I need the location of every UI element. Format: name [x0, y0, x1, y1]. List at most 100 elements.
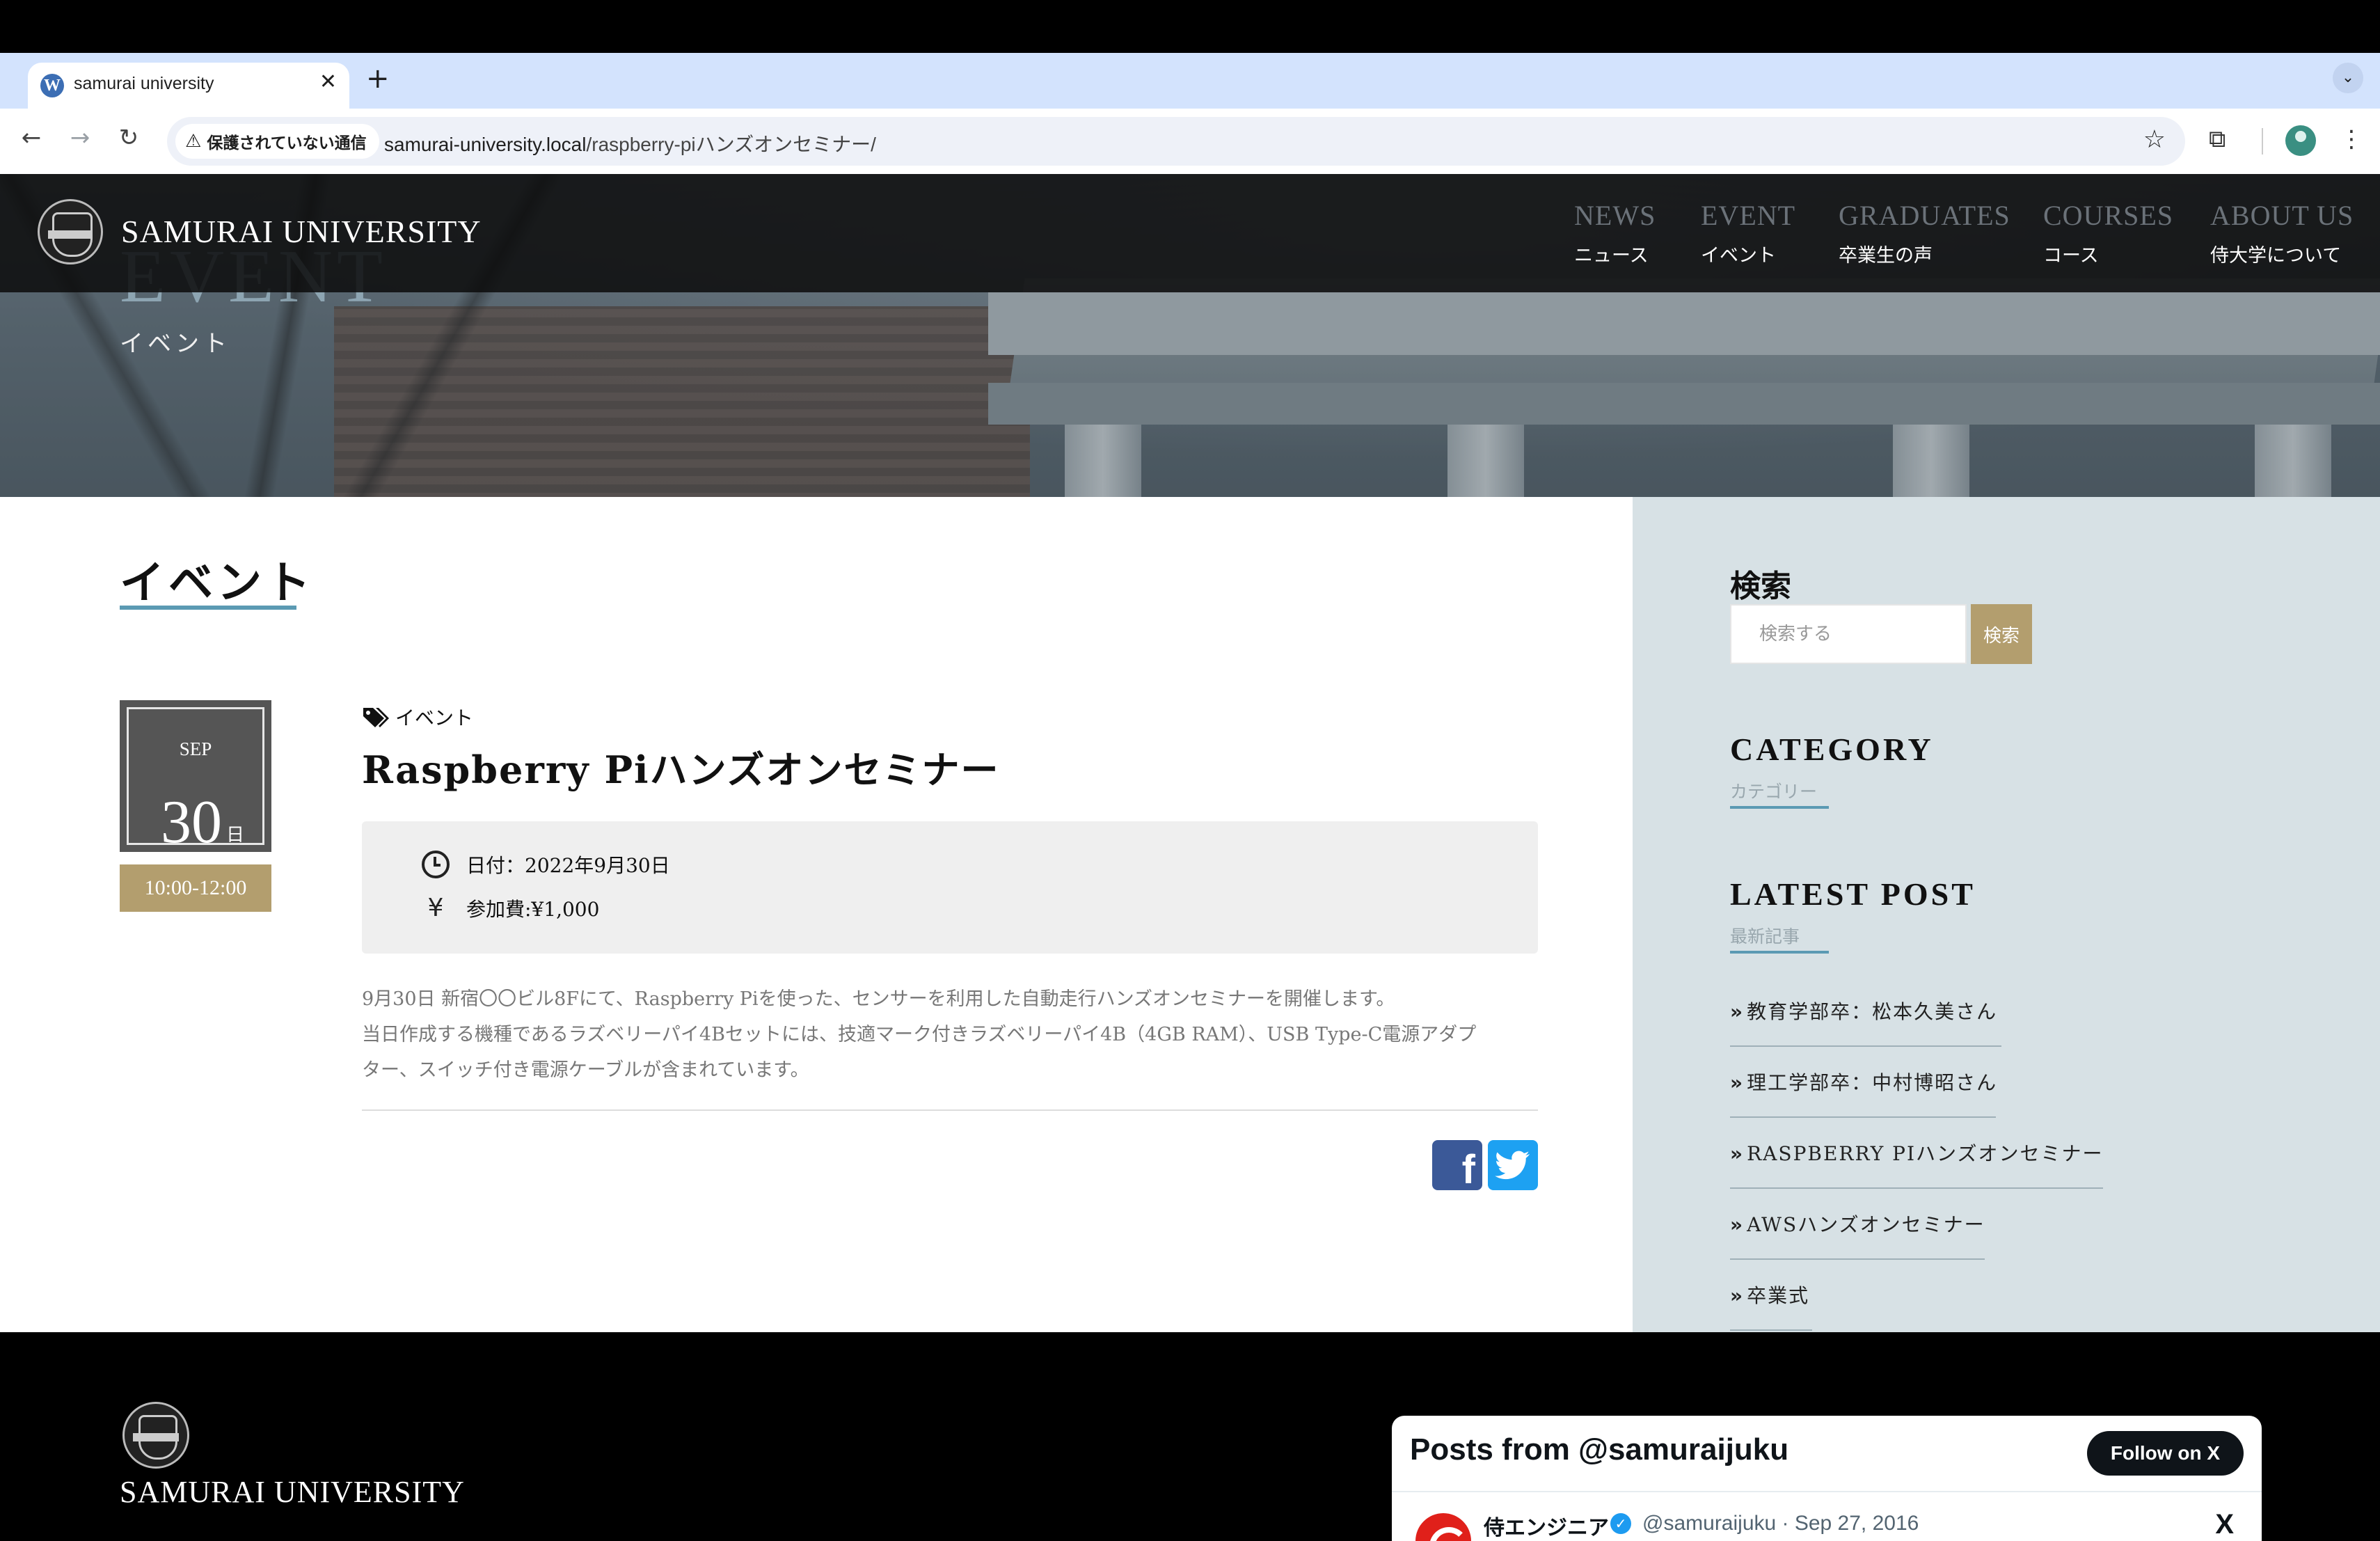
nav-label-en: COURSES — [2043, 200, 2174, 231]
reload-icon[interactable]: ↻ — [111, 124, 146, 152]
nav-item-news[interactable]: NEWS ニュース — [1574, 199, 1656, 267]
event-date-text: 日付：2022年9月30日 — [466, 854, 670, 877]
footer-logo-text[interactable]: SAMURAI UNIVERSITY — [120, 1474, 465, 1510]
x-author-name[interactable]: 侍エンジニア — [1484, 1510, 1609, 1541]
university-emblem-icon[interactable] — [122, 1402, 189, 1469]
browser-tab[interactable]: W samurai university ✕ — [28, 63, 349, 109]
x-logo-icon[interactable]: X — [2215, 1509, 2234, 1540]
event-fee-text: 参加費:¥1,000 — [466, 897, 600, 921]
tab-title: samurai university — [74, 74, 214, 93]
nav-label-ja: イベント — [1701, 245, 1776, 267]
post-body: 9月30日 新宿〇〇ビル8Fにて、Raspberry Piを使った、センサーを利… — [362, 981, 1538, 1088]
bookmark-star-icon[interactable]: ☆ — [2143, 125, 2166, 154]
post-body-line: 9月30日 新宿〇〇ビル8Fにて、Raspberry Piを使った、センサーを利… — [362, 988, 1395, 1010]
date-box-frame: SEP 30 日 — [127, 707, 264, 856]
extensions-icon[interactable]: ⧉ — [2209, 125, 2226, 153]
latest-post-underline — [1730, 951, 1829, 954]
nav-item-event[interactable]: EVENT イベント — [1701, 199, 1795, 267]
close-tab-icon[interactable]: ✕ — [319, 70, 337, 94]
latest-post-link[interactable]: » 理工学部卒：中村博昭さん — [1730, 1068, 1997, 1096]
wordpress-favicon-icon: W — [40, 74, 64, 97]
latest-post-label: 教育学部卒：松本久美さん — [1747, 1000, 1998, 1023]
nav-label-en: ABOUT US — [2210, 200, 2354, 231]
forward-arrow-icon[interactable]: → — [63, 124, 97, 152]
verified-badge-icon: ✓ — [1610, 1513, 1631, 1534]
back-arrow-icon[interactable]: ← — [14, 124, 49, 152]
clock-icon — [422, 851, 450, 878]
chevron-double-right-icon: » — [1730, 1142, 1745, 1165]
site-footer: SAMURAI UNIVERSITY Posts from @samuraiju… — [0, 1332, 2380, 1541]
chevron-double-right-icon: » — [1730, 1071, 1745, 1094]
x-author-avatar[interactable] — [1415, 1513, 1471, 1541]
security-label: 保護されていない通信 — [207, 134, 367, 152]
latest-post-link[interactable]: » RASPBERRY PIハンズオンセミナー — [1730, 1139, 2103, 1167]
latest-post-link[interactable]: » 卒業式 — [1730, 1281, 1809, 1309]
post-divider — [362, 1109, 1538, 1111]
nav-label-ja: ニュース — [1574, 245, 1649, 267]
new-tab-button[interactable]: + — [366, 63, 390, 95]
chevron-double-right-icon: » — [1730, 1000, 1745, 1023]
hero-title-ja: イベント — [120, 330, 231, 358]
tab-strip: W samurai university ✕ + ⌄ — [0, 53, 2380, 109]
nav-label-en: EVENT — [1701, 200, 1796, 231]
event-fee-row: ¥ 参加費:¥1,000 — [422, 894, 600, 922]
page-title: イベント — [120, 558, 315, 609]
nav-label-ja: コース — [2043, 245, 2099, 267]
tab-search-button[interactable]: ⌄ — [2333, 63, 2363, 93]
site-logo-text[interactable]: SAMURAI UNIVERSITY — [121, 213, 482, 250]
university-emblem-icon[interactable] — [38, 199, 103, 264]
search-input[interactable] — [1730, 604, 1967, 664]
url-host: samurai-university.local — [384, 134, 587, 155]
event-day: 30 — [161, 789, 222, 856]
latest-post-divider — [1730, 1187, 2103, 1189]
yen-icon: ¥ — [427, 894, 444, 922]
nav-label-ja: 侍大学について — [2210, 245, 2342, 267]
x-post-meta[interactable]: @samuraijuku · Sep 27, 2016 — [1642, 1512, 1919, 1535]
event-time: 10:00-12:00 — [120, 864, 271, 912]
twitter-bird-icon — [1495, 1151, 1530, 1180]
address-bar[interactable]: ⚠ 保護されていない通信 samurai-university.local/ra… — [167, 117, 2185, 166]
latest-post-link[interactable]: » 教育学部卒：松本久美さん — [1730, 997, 1997, 1025]
post-body-line: 当日作成する機種であるラズベリーパイ4Bセットには、技適マーク付きラズベリーパイ… — [362, 1024, 1477, 1045]
category-underline — [1730, 806, 1829, 809]
x-timeline-widget: Posts from @samuraijuku Follow on X 侍エンジ… — [1392, 1416, 2262, 1541]
profile-avatar[interactable] — [2285, 125, 2316, 156]
nav-item-graduates[interactable]: GRADUATES 卒業生の声 — [1839, 199, 2010, 267]
event-info-box: 日付：2022年9月30日 ¥ 参加費:¥1,000 — [362, 821, 1538, 954]
latest-post-divider — [1730, 1116, 1996, 1118]
latest-post-link[interactable]: » AWSハンズオンセミナー — [1730, 1210, 1985, 1238]
tags-icon — [363, 708, 389, 727]
latest-post-label: 理工学部卒：中村博昭さん — [1747, 1071, 1998, 1094]
latest-post-label: 卒業式 — [1747, 1284, 1810, 1307]
nav-label-en: GRADUATES — [1839, 200, 2010, 231]
latest-post-label: RASPBERRY PIハンズオンセミナー — [1747, 1142, 2104, 1165]
twitter-share-button[interactable] — [1488, 1140, 1538, 1190]
os-menu-bar — [0, 0, 2380, 53]
nav-item-about-us[interactable]: ABOUT US 侍大学について — [2210, 199, 2354, 267]
security-chip[interactable]: ⚠ 保護されていない通信 — [175, 124, 379, 159]
facebook-icon: f — [1461, 1147, 1475, 1190]
event-date-row: 日付：2022年9月30日 — [422, 851, 670, 878]
latest-post-title: LATEST POST — [1730, 876, 1976, 912]
site-header: SAMURAI UNIVERSITY NEWS ニュース EVENT イベント … — [0, 174, 2380, 292]
latest-post-divider — [1730, 1258, 1985, 1260]
more-menu-icon[interactable]: ⋮ — [2340, 125, 2363, 153]
page-title-underline — [120, 606, 296, 610]
nav-item-courses[interactable]: COURSES コース — [2043, 199, 2173, 267]
search-button[interactable]: 検索 — [1971, 604, 2032, 664]
event-month: SEP — [179, 738, 212, 759]
chevron-double-right-icon: » — [1730, 1213, 1745, 1236]
category-label: イベント — [395, 706, 474, 729]
facebook-share-button[interactable]: f — [1432, 1140, 1482, 1190]
post-category[interactable]: イベント — [362, 703, 473, 731]
url-text[interactable]: samurai-university.local/raspberry-piハンズ… — [384, 129, 876, 157]
x-widget-title: Posts from @samuraijuku — [1410, 1432, 1789, 1467]
x-widget-divider — [1392, 1491, 2262, 1492]
latest-post-divider — [1730, 1329, 1812, 1331]
latest-post-label: AWSハンズオンセミナー — [1747, 1213, 1985, 1236]
sidebar: 検索 検索 CATEGORY カテゴリー LATEST POST 最新記事 »教… — [1633, 497, 2380, 1332]
event-day-unit: 日 — [226, 825, 245, 846]
category-widget-title: CATEGORY — [1730, 732, 1934, 767]
follow-on-x-button[interactable]: Follow on X — [2086, 1431, 2244, 1476]
chevron-double-right-icon: » — [1730, 1284, 1745, 1307]
